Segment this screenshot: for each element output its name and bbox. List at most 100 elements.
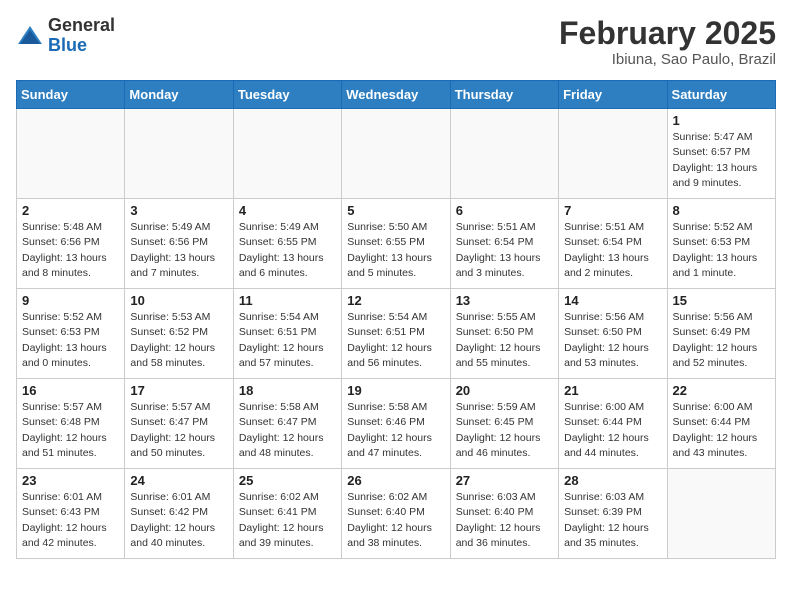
logo: General Blue [16, 16, 115, 56]
day-info: Sunrise: 5:51 AM Sunset: 6:54 PM Dayligh… [564, 220, 661, 281]
calendar-cell: 3 Sunrise: 5:49 AM Sunset: 6:56 PM Daylig… [125, 199, 233, 289]
calendar-cell: 21Sunrise: 6:00 AM Sunset: 6:44 PM Dayli… [559, 379, 667, 469]
day-info: Sunrise: 5:56 AM Sunset: 6:50 PM Dayligh… [564, 310, 661, 371]
calendar-cell [559, 109, 667, 199]
calendar-cell: 1 Sunrise: 5:47 AM Sunset: 6:57 PM Daylig… [667, 109, 775, 199]
weekday-header-monday: Monday [125, 81, 233, 109]
weekday-header-wednesday: Wednesday [342, 81, 450, 109]
day-info: Sunrise: 5:55 AM Sunset: 6:50 PM Dayligh… [456, 310, 553, 371]
calendar-cell [667, 469, 775, 559]
day-number: 10 [130, 293, 227, 308]
calendar-cell: 12 Sunrise: 5:54 AM Sunset: 6:51 PM Dayli… [342, 289, 450, 379]
day-number: 1 [673, 113, 770, 128]
calendar-cell: 8 Sunrise: 5:52 AM Sunset: 6:53 PM Daylig… [667, 199, 775, 289]
day-number: 20 [456, 383, 553, 398]
day-number: 3 [130, 203, 227, 218]
day-info: Sunrise: 5:54 AM Sunset: 6:51 PM Dayligh… [347, 310, 444, 371]
day-number: 28 [564, 473, 661, 488]
day-info: Sunrise: 6:03 AM Sunset: 6:39 PM Dayligh… [564, 490, 661, 551]
calendar-cell: 17 Sunrise: 5:57 AM Sunset: 6:47 PM Dayli… [125, 379, 233, 469]
calendar-cell [17, 109, 125, 199]
day-number: 13 [456, 293, 553, 308]
logo-icon [16, 22, 44, 50]
calendar-cell: 24 Sunrise: 6:01 AM Sunset: 6:42 PM Dayli… [125, 469, 233, 559]
day-info: Sunrise: 6:02 AM Sunset: 6:41 PM Dayligh… [239, 490, 336, 551]
calendar-cell: 26 Sunrise: 6:02 AM Sunset: 6:40 PM Dayli… [342, 469, 450, 559]
calendar-cell: 10 Sunrise: 5:53 AM Sunset: 6:52 PM Dayli… [125, 289, 233, 379]
calendar-cell [450, 109, 558, 199]
day-info: Sunrise: 6:00 AM Sunset: 6:44 PM Dayligh… [564, 400, 661, 461]
weekday-header-sunday: Sunday [17, 81, 125, 109]
weekday-header-thursday: Thursday [450, 81, 558, 109]
weekday-header-tuesday: Tuesday [233, 81, 341, 109]
day-number: 11 [239, 293, 336, 308]
calendar-cell: 16 Sunrise: 5:57 AM Sunset: 6:48 PM Dayli… [17, 379, 125, 469]
logo-blue-text: Blue [48, 35, 87, 55]
day-number: 26 [347, 473, 444, 488]
day-info: Sunrise: 5:57 AM Sunset: 6:48 PM Dayligh… [22, 400, 119, 461]
day-info: Sunrise: 5:47 AM Sunset: 6:57 PM Dayligh… [673, 130, 770, 191]
location: Ibiuna, Sao Paulo, Brazil [559, 51, 776, 68]
day-number: 14 [564, 293, 661, 308]
title-block: February 2025 Ibiuna, Sao Paulo, Brazil [559, 16, 776, 68]
calendar-cell: 13 Sunrise: 5:55 AM Sunset: 6:50 PM Dayli… [450, 289, 558, 379]
day-info: Sunrise: 5:52 AM Sunset: 6:53 PM Dayligh… [673, 220, 770, 281]
week-row-2: 2 Sunrise: 5:48 AM Sunset: 6:56 PM Daylig… [17, 199, 776, 289]
day-number: 27 [456, 473, 553, 488]
day-info: Sunrise: 5:52 AM Sunset: 6:53 PM Dayligh… [22, 310, 119, 371]
calendar-table: SundayMondayTuesdayWednesdayThursdayFrid… [16, 80, 776, 559]
day-info: Sunrise: 5:49 AM Sunset: 6:56 PM Dayligh… [130, 220, 227, 281]
day-info: Sunrise: 5:51 AM Sunset: 6:54 PM Dayligh… [456, 220, 553, 281]
day-info: Sunrise: 6:00 AM Sunset: 6:44 PM Dayligh… [673, 400, 770, 461]
calendar-cell [233, 109, 341, 199]
calendar-cell: 18 Sunrise: 5:58 AM Sunset: 6:47 PM Dayli… [233, 379, 341, 469]
day-number: 18 [239, 383, 336, 398]
calendar-cell [125, 109, 233, 199]
day-number: 8 [673, 203, 770, 218]
day-info: Sunrise: 6:03 AM Sunset: 6:40 PM Dayligh… [456, 490, 553, 551]
calendar-cell: 20Sunrise: 5:59 AM Sunset: 6:45 PM Dayli… [450, 379, 558, 469]
day-number: 6 [456, 203, 553, 218]
day-info: Sunrise: 5:48 AM Sunset: 6:56 PM Dayligh… [22, 220, 119, 281]
week-row-3: 9Sunrise: 5:52 AM Sunset: 6:53 PM Daylig… [17, 289, 776, 379]
calendar-cell: 19Sunrise: 5:58 AM Sunset: 6:46 PM Dayli… [342, 379, 450, 469]
calendar-cell: 2 Sunrise: 5:48 AM Sunset: 6:56 PM Daylig… [17, 199, 125, 289]
day-number: 2 [22, 203, 119, 218]
calendar-cell: 27 Sunrise: 6:03 AM Sunset: 6:40 PM Dayli… [450, 469, 558, 559]
calendar-cell: 7 Sunrise: 5:51 AM Sunset: 6:54 PM Daylig… [559, 199, 667, 289]
day-info: Sunrise: 5:57 AM Sunset: 6:47 PM Dayligh… [130, 400, 227, 461]
day-info: Sunrise: 5:54 AM Sunset: 6:51 PM Dayligh… [239, 310, 336, 371]
calendar-cell: 14 Sunrise: 5:56 AM Sunset: 6:50 PM Dayli… [559, 289, 667, 379]
day-info: Sunrise: 5:53 AM Sunset: 6:52 PM Dayligh… [130, 310, 227, 371]
day-number: 4 [239, 203, 336, 218]
day-number: 25 [239, 473, 336, 488]
day-number: 22 [673, 383, 770, 398]
month-title: February 2025 [559, 16, 776, 51]
day-number: 16 [22, 383, 119, 398]
calendar-cell: 4Sunrise: 5:49 AM Sunset: 6:55 PM Daylig… [233, 199, 341, 289]
day-number: 15 [673, 293, 770, 308]
day-number: 24 [130, 473, 227, 488]
day-number: 5 [347, 203, 444, 218]
day-info: Sunrise: 5:58 AM Sunset: 6:46 PM Dayligh… [347, 400, 444, 461]
day-info: Sunrise: 6:02 AM Sunset: 6:40 PM Dayligh… [347, 490, 444, 551]
day-number: 12 [347, 293, 444, 308]
calendar-cell: 22 Sunrise: 6:00 AM Sunset: 6:44 PM Dayli… [667, 379, 775, 469]
week-row-4: 16 Sunrise: 5:57 AM Sunset: 6:48 PM Dayli… [17, 379, 776, 469]
day-number: 23 [22, 473, 119, 488]
calendar-cell: 9Sunrise: 5:52 AM Sunset: 6:53 PM Daylig… [17, 289, 125, 379]
day-info: Sunrise: 5:50 AM Sunset: 6:55 PM Dayligh… [347, 220, 444, 281]
day-info: Sunrise: 6:01 AM Sunset: 6:42 PM Dayligh… [130, 490, 227, 551]
logo-general-text: General [48, 15, 115, 35]
calendar-cell: 11 Sunrise: 5:54 AM Sunset: 6:51 PM Dayli… [233, 289, 341, 379]
day-number: 7 [564, 203, 661, 218]
week-row-1: 1 Sunrise: 5:47 AM Sunset: 6:57 PM Daylig… [17, 109, 776, 199]
calendar-cell: 6 Sunrise: 5:51 AM Sunset: 6:54 PM Daylig… [450, 199, 558, 289]
day-number: 17 [130, 383, 227, 398]
weekday-header-row: SundayMondayTuesdayWednesdayThursdayFrid… [17, 81, 776, 109]
calendar-cell: 28 Sunrise: 6:03 AM Sunset: 6:39 PM Dayli… [559, 469, 667, 559]
calendar-cell: 25 Sunrise: 6:02 AM Sunset: 6:41 PM Dayli… [233, 469, 341, 559]
calendar-cell: 5 Sunrise: 5:50 AM Sunset: 6:55 PM Daylig… [342, 199, 450, 289]
weekday-header-saturday: Saturday [667, 81, 775, 109]
day-info: Sunrise: 5:58 AM Sunset: 6:47 PM Dayligh… [239, 400, 336, 461]
